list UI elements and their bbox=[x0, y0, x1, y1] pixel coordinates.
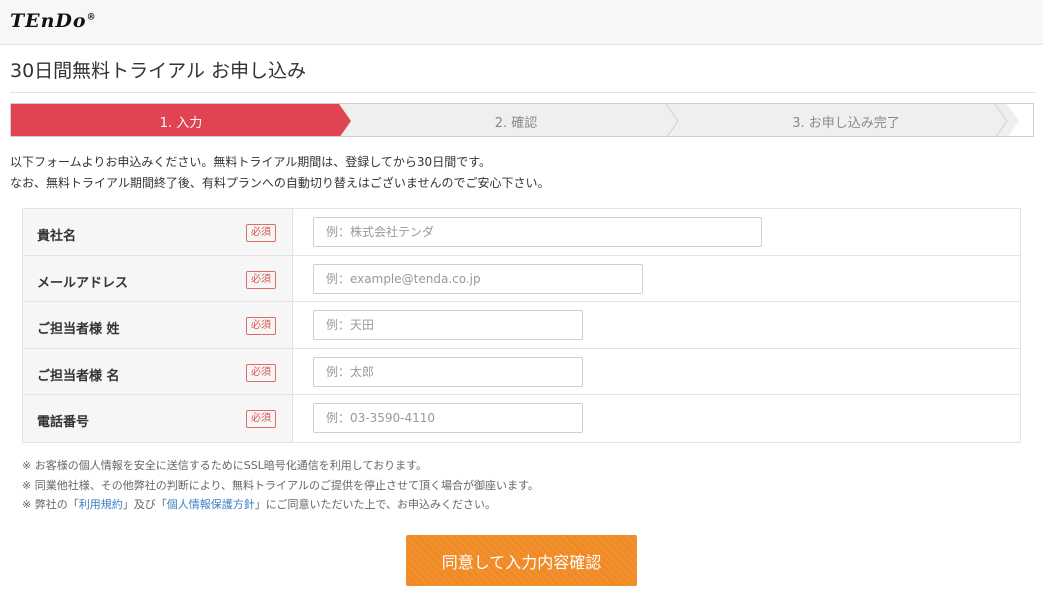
last-name-label: ご担当者様 姓 bbox=[37, 322, 120, 338]
site-header: TEnDo® bbox=[0, 0, 1043, 45]
company-label-cell: 貴社名 必須 bbox=[23, 209, 293, 255]
phone-label-cell: 電話番号 必須 bbox=[23, 395, 293, 442]
step-end-cap bbox=[1007, 104, 1033, 136]
step-2-confirm: 2. 確認 bbox=[494, 116, 538, 131]
note-agreement-mid: 」及び「 bbox=[122, 498, 167, 511]
note-agreement-suffix: 」にご同意いただいた上で、お申込みください。 bbox=[254, 498, 497, 511]
privacy-policy-link[interactable]: 個人情報保護方針 bbox=[167, 498, 255, 511]
email-input[interactable] bbox=[313, 263, 643, 294]
agree-confirm-button[interactable]: 同意して入力内容確認 bbox=[406, 535, 637, 586]
intro-line-2: なお、無料トライアル期間終了後、有料プランへの自動切り替えはございませんのでご安… bbox=[10, 176, 550, 190]
email-label: メールアドレス bbox=[37, 275, 129, 291]
required-badge: 必須 bbox=[246, 363, 276, 382]
trial-form: 貴社名 必須 メールアドレス 必須 ご担当者様 姓 必須 ご担当者様 名 必須 … bbox=[22, 208, 1021, 443]
last-name-input[interactable] bbox=[313, 310, 583, 341]
notes: ※ お客様の個人情報を安全に送信するためにSSL暗号化通信を利用しております。 … bbox=[22, 456, 539, 515]
form-row-last-name: ご担当者様 姓 必須 bbox=[23, 302, 1020, 349]
required-badge: 必須 bbox=[246, 317, 276, 336]
tendo-logo[interactable]: TEnDo® bbox=[10, 10, 97, 32]
note-competitors: ※ 同業他社様、その他弊社の判断により、無料トライアルのご提供を停止させて頂く場… bbox=[22, 478, 539, 492]
terms-link[interactable]: 利用規約 bbox=[79, 498, 123, 511]
step-1-input: 1. 入力 bbox=[159, 116, 203, 131]
required-badge: 必須 bbox=[246, 410, 276, 429]
title-divider bbox=[10, 92, 1035, 93]
logo-text: TEnDo bbox=[10, 10, 87, 32]
note-ssl: ※ お客様の個人情報を安全に送信するためにSSL暗号化通信を利用しております。 bbox=[22, 459, 428, 472]
registered-mark: ® bbox=[86, 12, 97, 23]
form-row-first-name: ご担当者様 名 必須 bbox=[23, 348, 1020, 396]
phone-input[interactable] bbox=[313, 403, 583, 434]
form-row-phone: 電話番号 必須 bbox=[23, 395, 1020, 442]
intro-line-1: 以下フォームよりお申込みください。無料トライアル期間は、登録してから30日間です… bbox=[10, 155, 491, 169]
form-row-email: メールアドレス 必須 bbox=[23, 255, 1020, 303]
form-row-company: 貴社名 必須 bbox=[23, 209, 1020, 256]
first-name-input[interactable] bbox=[313, 356, 583, 387]
required-badge: 必須 bbox=[246, 224, 276, 242]
note-agreement-prefix: ※ 弊社の「 bbox=[22, 498, 79, 511]
email-label-cell: メールアドレス 必須 bbox=[23, 255, 293, 302]
required-badge: 必須 bbox=[246, 270, 276, 289]
note-agreement: ※ 弊社の「利用規約」及び「個人情報保護方針」にご同意いただいた上で、お申込みく… bbox=[22, 495, 539, 515]
first-name-label: ご担当者様 名 bbox=[37, 368, 120, 384]
step-3-complete: 3. お申し込み完了 bbox=[792, 116, 900, 131]
phone-label: 電話番号 bbox=[37, 415, 90, 431]
company-input[interactable] bbox=[313, 217, 762, 247]
first-name-label-cell: ご担当者様 名 必須 bbox=[23, 348, 293, 395]
page-title: 30日間無料トライアル お申し込み bbox=[10, 60, 307, 82]
last-name-label-cell: ご担当者様 姓 必須 bbox=[23, 302, 293, 348]
progress-steps: 1. 入力 2. 確認 3. お申し込み完了 bbox=[10, 103, 1034, 137]
company-label: 貴社名 bbox=[37, 229, 77, 244]
intro-text: 以下フォームよりお申込みください。無料トライアル期間は、登録してから30日間です… bbox=[10, 152, 550, 194]
